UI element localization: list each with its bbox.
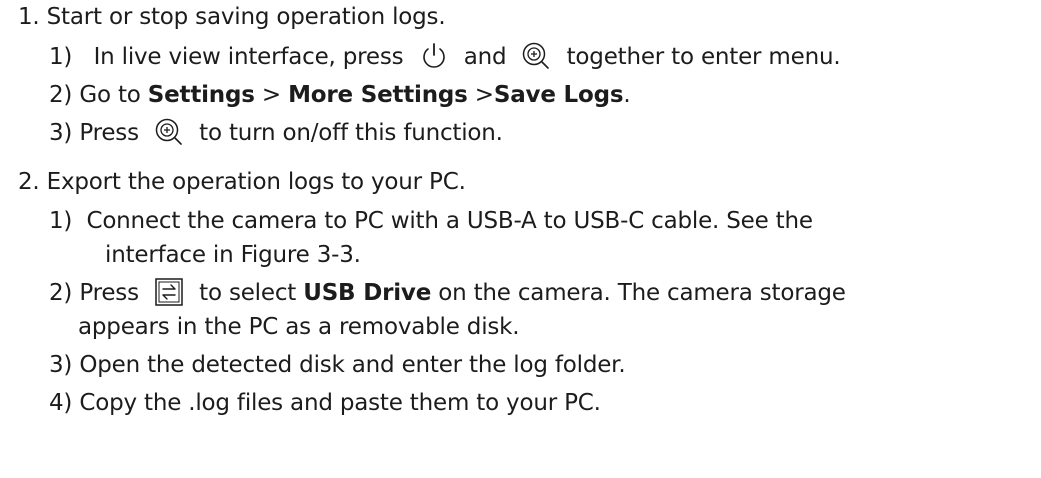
step-2-substep-2-cont: appears in the PC as a removable disk.: [78, 314, 520, 340]
step-1-substep-3: 3) Press to turn on/off this function.: [49, 116, 503, 150]
step-1-substep-2: 2) Go to Settings > More Settings >Save …: [49, 82, 631, 108]
zoom-in-icon: [154, 117, 184, 147]
step-2-substep-1-cont: interface in Figure 3-3.: [105, 242, 361, 268]
step-2-title: 2. Export the operation logs to your PC.: [18, 169, 466, 195]
manual-page: 1. Start or stop saving operation logs. …: [0, 0, 1041, 478]
power-icon: [419, 41, 449, 71]
step-2-substep-3: 3) Open the detected disk and enter the …: [49, 352, 626, 378]
step-2-substep-1: 1) Connect the camera to PC with a USB-A…: [49, 208, 813, 234]
mode-switch-icon: [154, 277, 184, 307]
step-2-substep-4: 4) Copy the .log files and paste them to…: [49, 390, 601, 416]
step-1-substep-1: 1) In live view interface, press and tog…: [49, 40, 841, 74]
zoom-in-icon: [521, 41, 551, 71]
step-2-substep-2: 2) Press to select USB Drive on the came…: [49, 276, 846, 310]
step-1-title: 1. Start or stop saving operation logs.: [18, 4, 446, 30]
